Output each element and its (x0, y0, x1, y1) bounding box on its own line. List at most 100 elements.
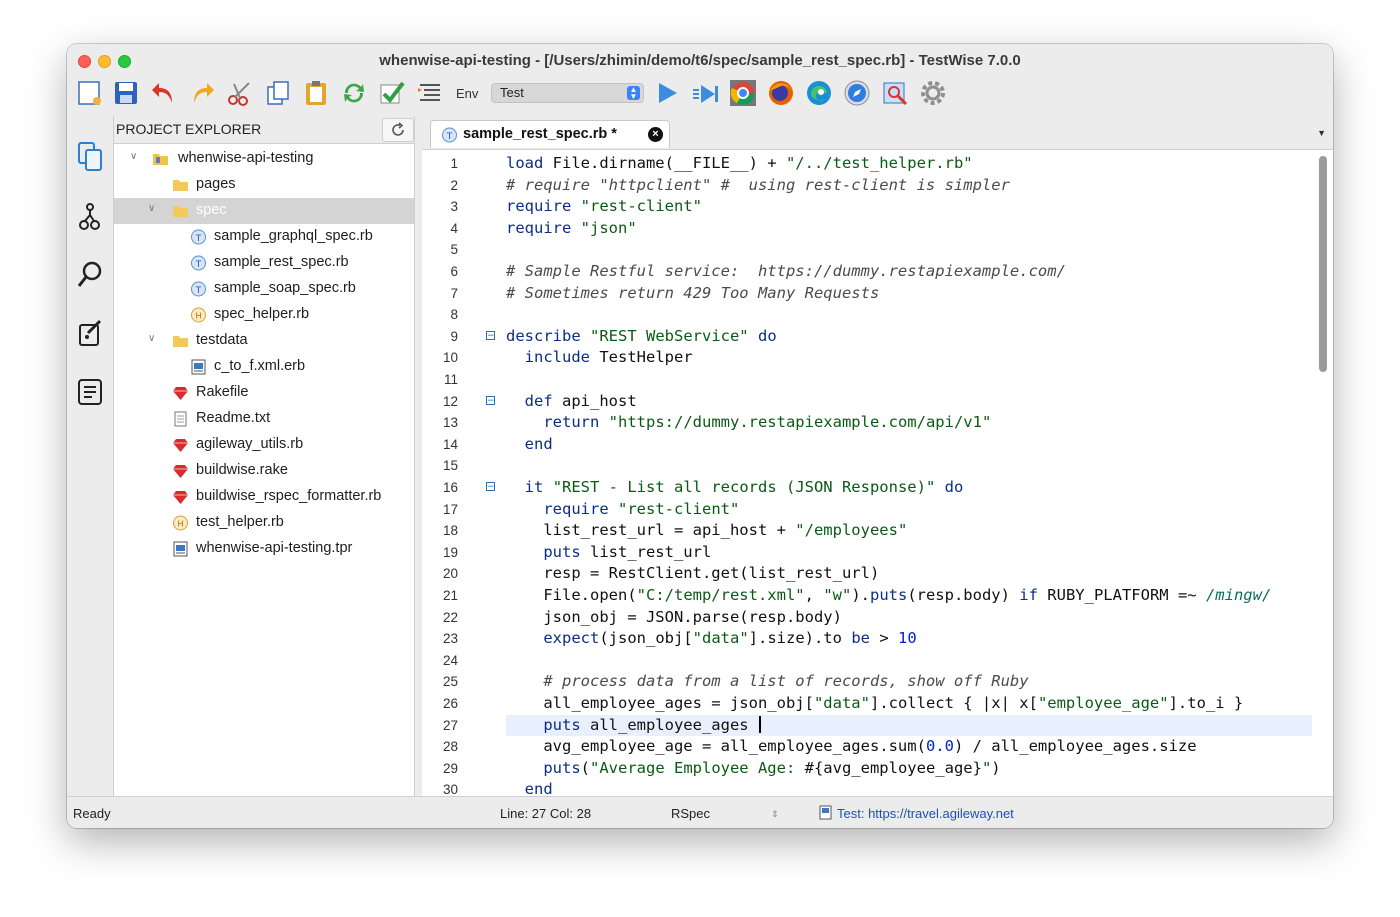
tree-item-file[interactable]: Rakefile (114, 380, 414, 406)
project-folder-icon (153, 154, 168, 165)
recorder-icon[interactable] (880, 78, 910, 108)
code-line[interactable]: 13 return "https://dummy.restapiexample.… (422, 412, 1312, 434)
code-editor[interactable]: 1 load File.dirname(__FILE__) + "/../test… (422, 150, 1333, 796)
code-line[interactable]: 4 require "json" (422, 218, 1312, 240)
code-text: include TestHelper (524, 348, 693, 367)
code-line[interactable]: 19 puts list_rest_url (422, 542, 1312, 564)
code-line[interactable]: 26 all_employee_ages = json_obj["data"].… (422, 693, 1312, 715)
tree-item-file[interactable]: T sample_graphql_spec.rb (114, 224, 414, 250)
line-number: 26 (442, 696, 458, 711)
save-icon[interactable] (111, 78, 141, 108)
cut-icon[interactable] (225, 78, 255, 108)
tree-item-testdata[interactable]: ∨ testdata (114, 328, 414, 354)
svg-text:T: T (195, 234, 202, 244)
vertical-scrollbar[interactable] (1319, 156, 1327, 372)
code-line[interactable]: 29 puts("Average Employee Age: #{avg_emp… (422, 758, 1312, 780)
code-line[interactable]: 28 avg_employee_age = all_employee_ages.… (422, 736, 1312, 758)
outline-icon[interactable] (415, 78, 445, 108)
code-text: require "rest-client" (506, 197, 702, 216)
code-line[interactable]: 16 − it "REST - List all records (JSON Re… (422, 477, 1312, 499)
tree-item-label: sample_rest_spec.rb (214, 254, 349, 270)
code-text: resp = RestClient.get(list_rest_url) (506, 564, 880, 583)
chevron-down-icon[interactable]: ∨ (148, 333, 155, 344)
tree-item-file[interactable]: H test_helper.rb (114, 510, 414, 536)
svg-text:T: T (195, 260, 202, 270)
tab-sample-rest-spec[interactable]: T sample_rest_spec.rb * × (430, 120, 670, 148)
code-line[interactable]: 21 File.open("C:/temp/rest.xml", "w").pu… (422, 585, 1312, 607)
test-tools-icon[interactable] (75, 316, 105, 350)
tab-menu-icon[interactable]: ▼ (1317, 128, 1326, 138)
code-line[interactable]: 12 − def api_host (422, 391, 1312, 413)
chevron-down-icon[interactable]: ∨ (130, 151, 137, 162)
tree-item-file[interactable]: T sample_rest_spec.rb (114, 250, 414, 276)
code-text: def api_host (524, 391, 637, 410)
code-line[interactable]: 30 end (422, 779, 1312, 796)
tree-item-label: sample_soap_spec.rb (214, 280, 356, 296)
fold-toggle-icon[interactable]: − (486, 482, 495, 492)
firefox-icon[interactable] (766, 78, 796, 108)
tree-item-project[interactable]: ∨ whenwise-api-testing (114, 146, 414, 172)
code-line[interactable]: 7 # Sometimes return 429 Too Many Request… (422, 283, 1312, 305)
resize-grip-icon[interactable]: ⇕ (771, 809, 779, 820)
code-line[interactable]: 25 # process data from a list of records… (422, 671, 1312, 693)
tree-item-file[interactable]: whenwise-api-testing.tpr (114, 536, 414, 562)
code-line[interactable]: 18 list_rest_url = api_host + "/employee… (422, 520, 1312, 542)
notes-icon[interactable] (75, 374, 105, 408)
code-line[interactable]: 3 require "rest-client" (422, 196, 1312, 218)
tree-item-file[interactable]: agileway_utils.rb (114, 432, 414, 458)
env-select-value: Test (500, 85, 524, 100)
safari-icon[interactable] (842, 78, 872, 108)
status-test-link[interactable]: Test: https://travel.agileway.net (837, 806, 1014, 821)
files-icon[interactable] (75, 140, 105, 174)
code-line[interactable]: 9 − describe "REST WebService" do (422, 326, 1312, 348)
code-line[interactable]: 10 include TestHelper (422, 347, 1312, 369)
code-line[interactable]: 20 resp = RestClient.get(list_rest_url) (422, 563, 1312, 585)
close-tab-icon[interactable]: × (648, 127, 663, 142)
tree-item-file[interactable]: buildwise.rake (114, 458, 414, 484)
new-file-icon[interactable] (75, 78, 105, 108)
code-line[interactable]: 2 # require "httpclient" # using rest-cli… (422, 175, 1312, 197)
tree-item-file[interactable]: c_to_f.xml.erb (114, 354, 414, 380)
tree-item-file[interactable]: T sample_soap_spec.rb (114, 276, 414, 302)
code-line[interactable]: 11 (422, 369, 1312, 391)
code-line[interactable]: 23 expect(json_obj["data"].size).to be >… (422, 628, 1312, 650)
search-icon[interactable] (75, 258, 105, 292)
code-line[interactable]: 17 require "rest-client" (422, 499, 1312, 521)
code-line[interactable]: 24 (422, 650, 1312, 672)
run-test-icon[interactable] (652, 78, 682, 108)
line-number: 19 (442, 544, 458, 560)
tree-item-file[interactable]: Readme.txt (114, 406, 414, 432)
check-syntax-icon[interactable] (377, 78, 407, 108)
code-line[interactable]: 6 # Sample Restful service: https://dummy… (422, 261, 1312, 283)
chrome-icon[interactable] (728, 78, 758, 108)
paste-icon[interactable] (301, 78, 331, 108)
run-all-icon[interactable] (690, 78, 720, 108)
tree-item-file[interactable]: H spec_helper.rb (114, 302, 414, 328)
code-line[interactable]: 14 end (422, 434, 1312, 456)
chevron-down-icon[interactable]: ∨ (148, 203, 155, 214)
copy-icon[interactable] (263, 78, 293, 108)
code-line[interactable]: 15 (422, 455, 1312, 477)
code-line[interactable]: 22 json_obj = JSON.parse(resp.body) (422, 607, 1312, 629)
edge-icon[interactable] (804, 78, 834, 108)
tree-item-pages[interactable]: pages (114, 172, 414, 198)
undo-icon[interactable] (149, 78, 179, 108)
gear-icon[interactable] (918, 78, 948, 108)
tree-item-file[interactable]: buildwise_rspec_formatter.rb (114, 484, 414, 510)
fold-toggle-icon[interactable]: − (486, 330, 495, 340)
redo-icon[interactable] (187, 78, 217, 108)
code-line[interactable]: 1 load File.dirname(__FILE__) + "/../test… (422, 153, 1312, 175)
line-number: 7 (450, 285, 458, 301)
env-select[interactable]: Test ▲ ▼ (491, 83, 644, 103)
code-line[interactable]: 5 (422, 239, 1312, 261)
git-branch-icon[interactable] (75, 200, 105, 234)
test-file-icon: T (442, 127, 457, 143)
line-number: 18 (442, 523, 458, 539)
code-line[interactable]: 8 (422, 304, 1312, 326)
refresh-run-icon[interactable] (339, 78, 369, 108)
code-line[interactable]: 27 puts all_employee_ages (422, 715, 1312, 737)
tree-item-spec[interactable]: ∨ spec (114, 198, 414, 224)
refresh-button[interactable] (382, 118, 414, 142)
tree-item-label: whenwise-api-testing (178, 150, 314, 166)
fold-toggle-icon[interactable]: − (486, 395, 495, 405)
